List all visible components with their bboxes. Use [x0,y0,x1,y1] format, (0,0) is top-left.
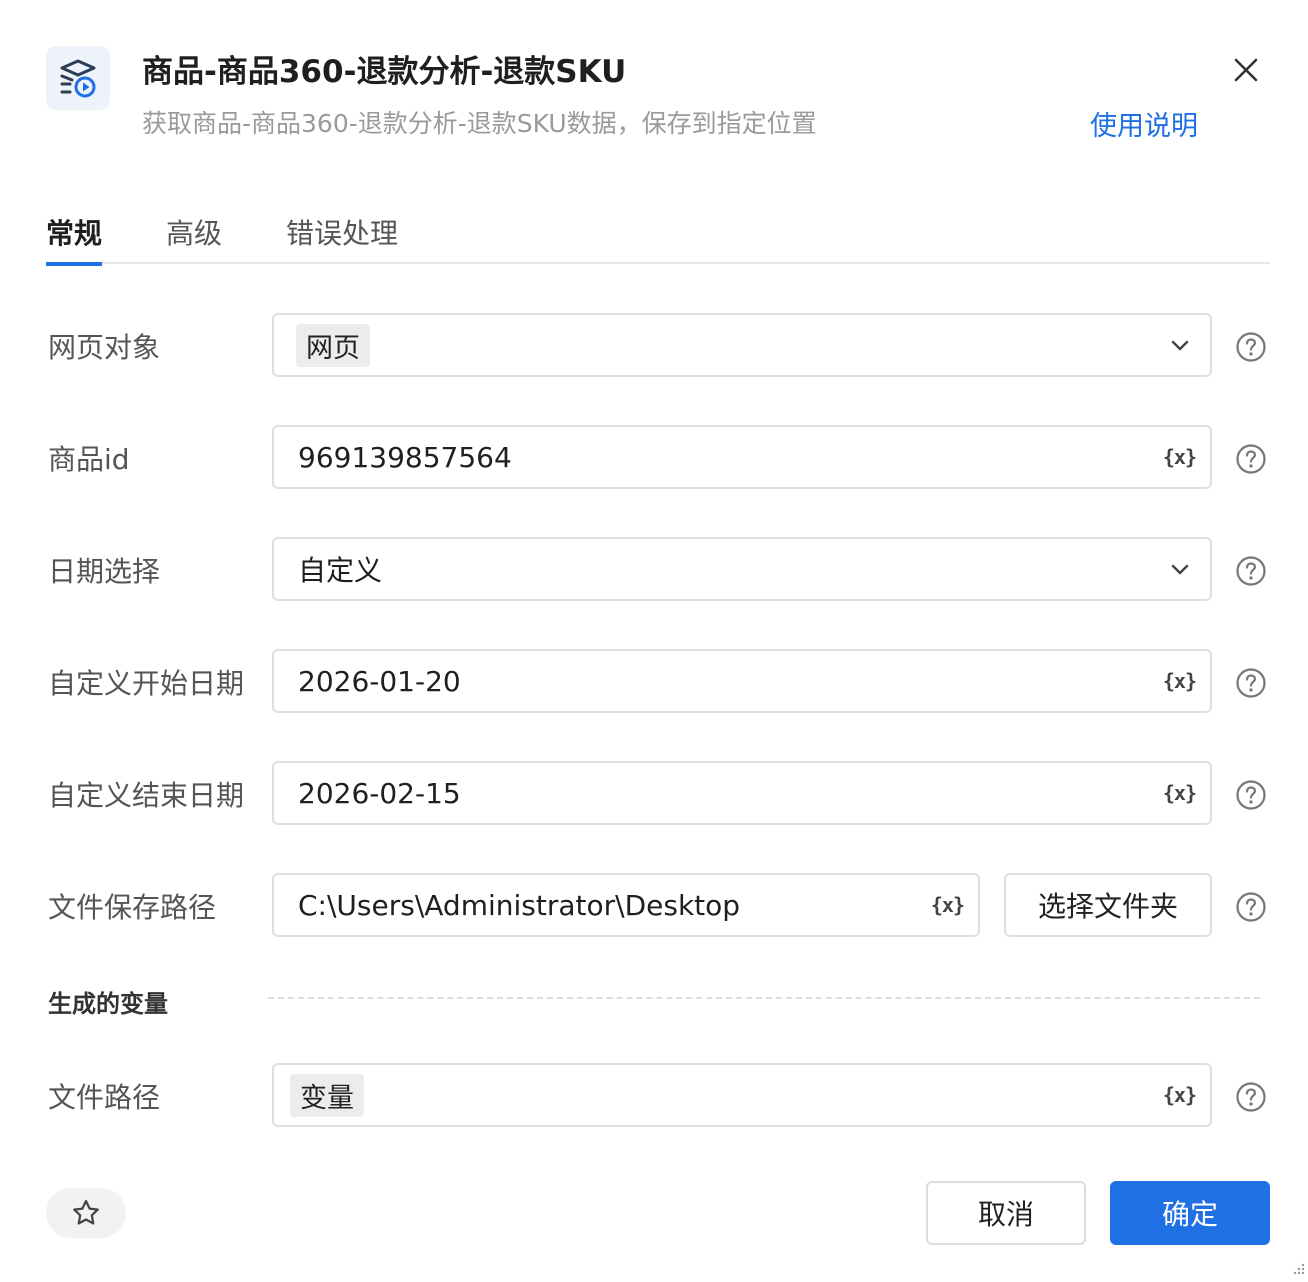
file-path-label: 文件路径 [48,1081,161,1114]
select-folder-button[interactable]: 选择文件夹 [1004,873,1212,937]
web-object-label: 网页对象 [48,331,161,364]
help-icon[interactable] [1235,1081,1267,1113]
help-icon[interactable] [1235,667,1267,699]
variable-insert-button[interactable]: {x} [1163,1083,1197,1107]
cancel-button[interactable]: 取消 [926,1181,1086,1245]
date-select-value: 自定义 [298,554,383,587]
play-stack-icon [60,59,96,98]
variable-insert-button[interactable]: {x} [1163,445,1197,469]
app-icon [46,46,110,110]
start-date-input[interactable]: 2026-01-20 {x} [272,649,1212,713]
end-date-input[interactable]: 2026-02-15 {x} [272,761,1212,825]
chevron-down-icon[interactable] [1168,333,1192,357]
close-icon [1234,58,1258,82]
section-divider [268,997,1260,999]
file-path-variable-input[interactable]: 变量 {x} [272,1063,1212,1127]
start-date-label: 自定义开始日期 [48,667,245,700]
web-object-chip: 网页 [296,323,370,367]
variable-insert-button[interactable]: {x} [1163,669,1197,693]
tab-general[interactable]: 常规 [46,212,103,266]
product-id-input[interactable]: 969139857564 {x} [272,425,1212,489]
chevron-down-icon[interactable] [1168,557,1192,581]
file-path-variable-chip: 变量 [290,1073,364,1117]
product-id-value: 969139857564 [298,440,512,474]
resize-grip-icon[interactable] [1290,1262,1306,1278]
date-select-dropdown[interactable]: 自定义 [272,537,1212,601]
help-icon[interactable] [1235,779,1267,811]
dialog-title: 商品-商品360-退款分析-退款SKU [142,54,627,90]
output-section-title: 生成的变量 [48,990,168,1018]
help-icon[interactable] [1235,555,1267,587]
web-object-select[interactable]: 网页 [272,313,1212,377]
save-path-value: C:\Users\Administrator\Desktop [298,888,741,922]
tab-advanced[interactable]: 高级 [166,212,222,264]
dialog-subtitle: 获取商品-商品360-退款分析-退款SKU数据，保存到指定位置 [142,109,817,138]
end-date-label: 自定义结束日期 [48,779,245,812]
variable-insert-button[interactable]: {x} [1163,781,1197,805]
date-select-label: 日期选择 [48,555,161,588]
tab-bar: 常规 高级 错误处理 [46,208,1270,266]
help-link[interactable]: 使用说明 [1090,104,1198,143]
tab-error-handling[interactable]: 错误处理 [286,212,398,264]
dialog: 商品-商品360-退款分析-退款SKU 获取商品-商品360-退款分析-退款SK… [0,0,1308,1282]
help-icon[interactable] [1235,331,1267,363]
favorite-button[interactable] [46,1188,126,1238]
start-date-value: 2026-01-20 [298,664,461,698]
help-icon[interactable] [1235,891,1267,923]
end-date-value: 2026-02-15 [298,776,461,810]
confirm-button[interactable]: 确定 [1110,1181,1270,1245]
close-button[interactable] [1226,50,1266,90]
save-path-input[interactable]: C:\Users\Administrator\Desktop {x} [272,873,980,937]
product-id-label: 商品id [48,443,130,476]
star-icon [73,1199,99,1225]
save-path-label: 文件保存路径 [48,891,217,924]
help-icon[interactable] [1235,443,1267,475]
variable-insert-button[interactable]: {x} [931,893,965,917]
